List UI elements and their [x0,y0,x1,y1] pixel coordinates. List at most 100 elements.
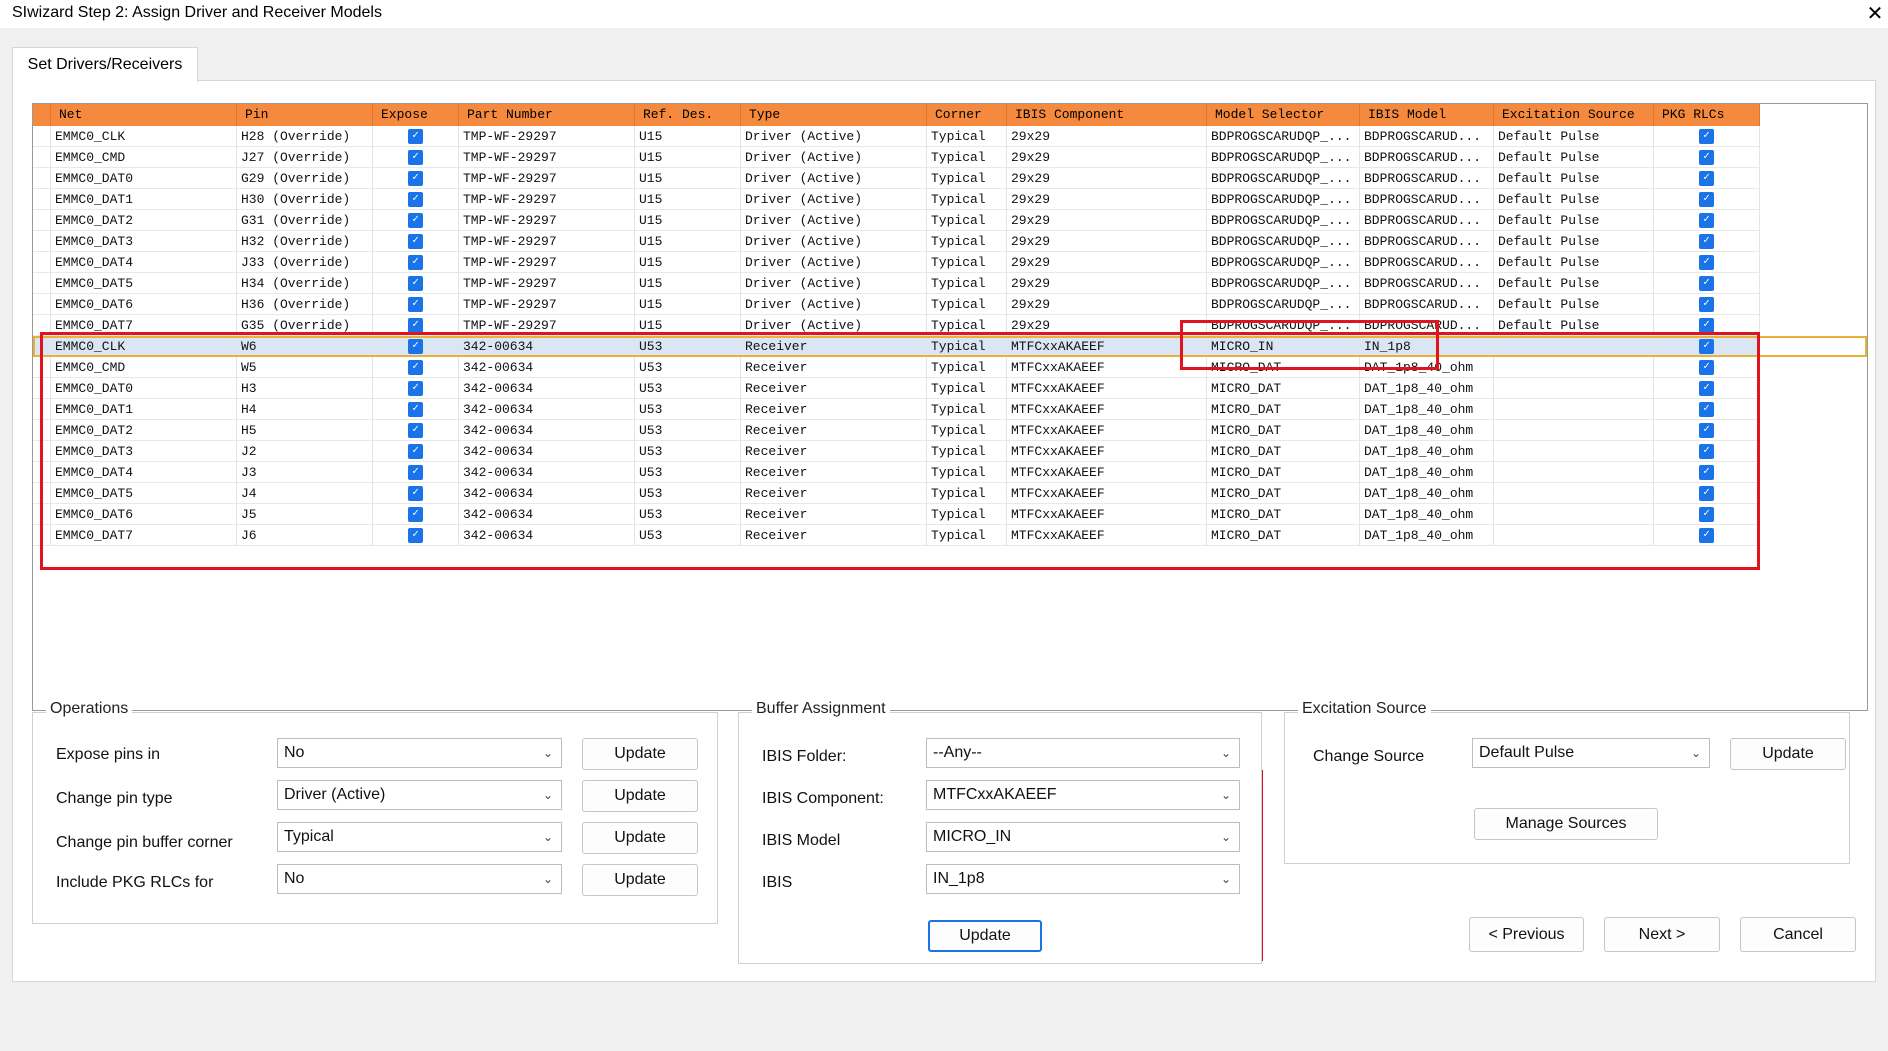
cell-net[interactable]: EMMC0_CLK [51,126,237,147]
tab-set-drivers-receivers[interactable]: Set Drivers/Receivers [12,47,198,82]
cell-selector[interactable]: BDPROGSCARUDQP_... [1207,168,1360,189]
cell-ref[interactable]: U15 [635,294,741,315]
cell-type[interactable]: Driver (Active) [741,273,927,294]
cell-comp[interactable]: 29x29 [1007,294,1207,315]
cell-net[interactable]: EMMC0_DAT3 [51,231,237,252]
cell-net[interactable]: EMMC0_DAT5 [51,273,237,294]
cell-model[interactable]: BDPROGSCARUD... [1360,252,1494,273]
cell-corner[interactable]: Typical [927,147,1007,168]
cell-exc[interactable]: Default Pulse [1494,294,1654,315]
cell-pin[interactable]: H36 (Override) [237,294,373,315]
table-row[interactable]: EMMC0_CMD J27 (Override) ✓ TMP-WF-29297 U15 D… [33,147,1867,168]
column-header[interactable]: Ref. Des. [635,104,741,126]
manage-sources-button[interactable]: Manage Sources [1474,808,1658,840]
cell-net[interactable]: EMMC0_DAT0 [51,168,237,189]
cell-type[interactable]: Driver (Active) [741,126,927,147]
expose-cell[interactable]: ✓ [373,294,459,315]
buffer-field-select[interactable]: MTFCxxAKAEEF ⌄ [926,780,1240,810]
column-header[interactable]: Model Selector [1207,104,1360,126]
cell-ref[interactable]: U15 [635,168,741,189]
cell-part[interactable]: TMP-WF-29297 [459,168,635,189]
next-button[interactable]: Next > [1604,917,1720,952]
column-header[interactable]: Pin [237,104,373,126]
expose-checkbox[interactable]: ✓ [408,255,423,270]
cell-type[interactable]: Driver (Active) [741,231,927,252]
cell-corner[interactable]: Typical [927,231,1007,252]
expose-cell[interactable]: ✓ [373,210,459,231]
previous-button[interactable]: < Previous [1469,917,1584,952]
cell-pin[interactable]: G31 (Override) [237,210,373,231]
cell-net[interactable]: EMMC0_CMD [51,147,237,168]
cell-pin[interactable]: H32 (Override) [237,231,373,252]
pkg-rlcs-cell[interactable]: ✓ [1654,126,1760,147]
cell-corner[interactable]: Typical [927,252,1007,273]
cell-type[interactable]: Driver (Active) [741,210,927,231]
expose-checkbox[interactable]: ✓ [408,213,423,228]
cell-net[interactable]: EMMC0_DAT2 [51,210,237,231]
operation-update-button[interactable]: Update [582,822,698,854]
operation-update-button[interactable]: Update [582,780,698,812]
operation-select[interactable]: Driver (Active) ⌄ [277,780,562,810]
cell-model[interactable]: BDPROGSCARUD... [1360,231,1494,252]
excitation-source-select[interactable]: Default Pulse ⌄ [1472,738,1710,768]
pkg-rlcs-checkbox[interactable]: ✓ [1699,150,1714,165]
cell-ref[interactable]: U15 [635,252,741,273]
pkg-rlcs-cell[interactable]: ✓ [1654,147,1760,168]
cell-ref[interactable]: U15 [635,273,741,294]
cell-selector[interactable]: BDPROGSCARUDQP_... [1207,273,1360,294]
pkg-rlcs-cell[interactable]: ✓ [1654,252,1760,273]
operation-select[interactable]: No ⌄ [277,738,562,768]
close-icon[interactable]: ✕ [1862,0,1888,28]
column-header[interactable]: Type [741,104,927,126]
cell-model[interactable]: BDPROGSCARUD... [1360,189,1494,210]
cell-comp[interactable]: 29x29 [1007,273,1207,294]
expose-cell[interactable]: ✓ [373,168,459,189]
cell-selector[interactable]: BDPROGSCARUDQP_... [1207,252,1360,273]
cell-part[interactable]: TMP-WF-29297 [459,210,635,231]
cell-comp[interactable]: 29x29 [1007,210,1207,231]
pkg-rlcs-checkbox[interactable]: ✓ [1699,171,1714,186]
cell-corner[interactable]: Typical [927,168,1007,189]
cell-part[interactable]: TMP-WF-29297 [459,189,635,210]
expose-cell[interactable]: ✓ [373,126,459,147]
cell-part[interactable]: TMP-WF-29297 [459,231,635,252]
operation-update-button[interactable]: Update [582,864,698,896]
pkg-rlcs-cell[interactable]: ✓ [1654,273,1760,294]
cell-ref[interactable]: U15 [635,147,741,168]
table-row[interactable]: EMMC0_DAT0 G29 (Override) ✓ TMP-WF-29297 U15… [33,168,1867,189]
cell-selector[interactable]: BDPROGSCARUDQP_... [1207,231,1360,252]
cell-model[interactable]: BDPROGSCARUD... [1360,273,1494,294]
cell-corner[interactable]: Typical [927,189,1007,210]
cell-pin[interactable]: H34 (Override) [237,273,373,294]
cell-part[interactable]: TMP-WF-29297 [459,126,635,147]
cell-net[interactable]: EMMC0_DAT1 [51,189,237,210]
pkg-rlcs-cell[interactable]: ✓ [1654,294,1760,315]
cell-exc[interactable]: Default Pulse [1494,126,1654,147]
table-row[interactable]: EMMC0_DAT1 H30 (Override) ✓ TMP-WF-29297 U15… [33,189,1867,210]
table-row[interactable]: EMMC0_CLK H28 (Override) ✓ TMP-WF-29297 U15 D… [33,126,1867,147]
cell-net[interactable]: EMMC0_DAT4 [51,252,237,273]
operation-update-button[interactable]: Update [582,738,698,770]
cell-model[interactable]: BDPROGSCARUD... [1360,147,1494,168]
cell-part[interactable]: TMP-WF-29297 [459,273,635,294]
cell-exc[interactable]: Default Pulse [1494,231,1654,252]
pkg-rlcs-cell[interactable]: ✓ [1654,168,1760,189]
cell-type[interactable]: Driver (Active) [741,189,927,210]
cell-type[interactable]: Driver (Active) [741,147,927,168]
expose-checkbox[interactable]: ✓ [408,129,423,144]
cell-comp[interactable]: 29x29 [1007,252,1207,273]
cell-pin[interactable]: J33 (Override) [237,252,373,273]
cell-net[interactable]: EMMC0_DAT6 [51,294,237,315]
cell-comp[interactable]: 29x29 [1007,168,1207,189]
pkg-rlcs-checkbox[interactable]: ✓ [1699,192,1714,207]
column-header[interactable]: Part Number [459,104,635,126]
expose-checkbox[interactable]: ✓ [408,297,423,312]
cell-model[interactable]: BDPROGSCARUD... [1360,210,1494,231]
cancel-button[interactable]: Cancel [1740,917,1856,952]
buffer-field-select[interactable]: IN_1p8 ⌄ [926,864,1240,894]
cell-type[interactable]: Driver (Active) [741,294,927,315]
pkg-rlcs-checkbox[interactable]: ✓ [1699,255,1714,270]
pkg-rlcs-cell[interactable]: ✓ [1654,210,1760,231]
cell-ref[interactable]: U15 [635,189,741,210]
pkg-rlcs-checkbox[interactable]: ✓ [1699,129,1714,144]
